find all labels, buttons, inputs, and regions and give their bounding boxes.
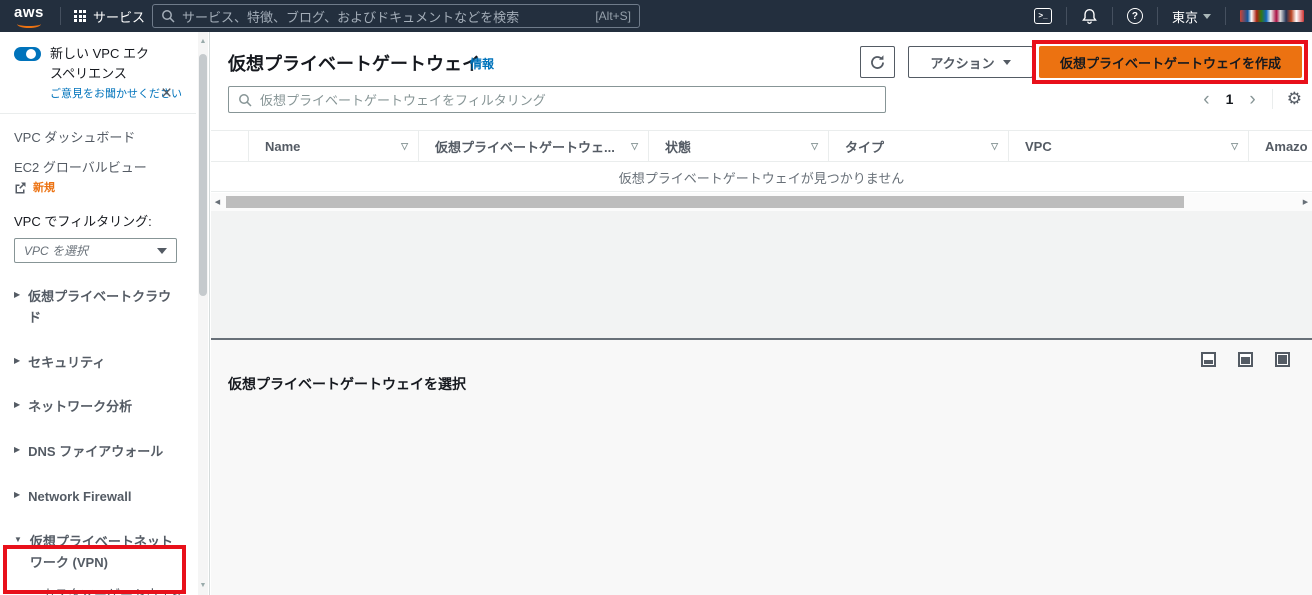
chevron-right-icon: ▶ bbox=[14, 400, 20, 418]
column-header-amazon-asn[interactable]: Amazo bbox=[1248, 131, 1312, 161]
chevron-down-icon bbox=[157, 248, 167, 254]
cloudshell-icon[interactable]: >_ bbox=[1034, 8, 1052, 24]
aws-smile-arc bbox=[17, 20, 41, 28]
current-page-number: 1 bbox=[1226, 91, 1234, 107]
global-search-placeholder: サービス、特徴、ブログ、およびドキュメントなどを検索 bbox=[182, 7, 588, 26]
pagination-divider bbox=[1272, 89, 1273, 109]
detail-panel: 仮想プライベートゲートウェイを選択 bbox=[211, 340, 1312, 595]
services-grid-icon bbox=[74, 10, 86, 22]
table-settings-gear-icon[interactable]: ⚙ bbox=[1287, 89, 1302, 109]
chevron-down-icon bbox=[1003, 60, 1011, 65]
main-content: 仮想プライベートゲートウェイ 情報 アクション 仮想プライベートゲートウェイを作… bbox=[211, 32, 1312, 595]
horizontal-scrollbar-track[interactable] bbox=[224, 196, 1299, 208]
services-label: サービス bbox=[93, 7, 145, 26]
external-link-icon bbox=[14, 181, 27, 194]
sidebar-scrollbar-thumb[interactable] bbox=[199, 54, 207, 296]
aws-logo[interactable]: aws bbox=[14, 4, 48, 28]
sidebar-section-security[interactable]: ▶ セキュリティ bbox=[14, 353, 185, 374]
chevron-down-icon: ▼ bbox=[14, 535, 22, 574]
new-badge: 新規 bbox=[33, 179, 55, 195]
panel-size-large-icon[interactable] bbox=[1275, 352, 1290, 367]
scroll-down-icon[interactable]: ▼ bbox=[198, 582, 208, 589]
search-shortcut-hint: [Alt+S] bbox=[595, 9, 631, 23]
table-empty-message: 仮想プライベートゲートウェイが見つかりません bbox=[211, 163, 1312, 192]
sidebar-item-customer-gateway[interactable]: カスタマーゲートウェイ bbox=[42, 585, 192, 595]
top-navigation-bar: aws サービス サービス、特徴、ブログ、およびドキュメントなどを検索 [Alt… bbox=[0, 0, 1312, 32]
services-menu-button[interactable]: サービス bbox=[74, 0, 145, 32]
refresh-icon bbox=[869, 54, 886, 71]
next-page-icon[interactable]: › bbox=[1247, 90, 1257, 109]
aws-logo-text: aws bbox=[14, 4, 44, 21]
sort-icon: ▽ bbox=[991, 141, 998, 152]
account-menu-redacted[interactable] bbox=[1240, 10, 1304, 22]
scroll-left-icon[interactable]: ◀ bbox=[211, 198, 224, 206]
page-title: 仮想プライベートゲートウェイ bbox=[228, 50, 480, 76]
search-icon bbox=[238, 93, 252, 107]
sidebar-section-dns-firewall[interactable]: ▶ DNS ファイアウォール bbox=[14, 442, 185, 463]
chevron-down-icon bbox=[1203, 14, 1211, 19]
detail-panel-placeholder: 仮想プライベートゲートウェイを選択 bbox=[228, 374, 466, 394]
panel-layout-buttons bbox=[1201, 352, 1290, 367]
region-selector[interactable]: 東京 bbox=[1172, 7, 1211, 26]
column-header-type[interactable]: タイプ▽ bbox=[828, 131, 1008, 161]
sidebar-section-network-firewall[interactable]: ▶ Network Firewall bbox=[14, 487, 185, 508]
global-search-input[interactable]: サービス、特徴、ブログ、およびドキュメントなどを検索 [Alt+S] bbox=[152, 4, 640, 28]
region-label: 東京 bbox=[1172, 7, 1198, 26]
scroll-up-icon[interactable]: ▲ bbox=[198, 38, 208, 45]
vgw-table-header: Name▽ 仮想プライベートゲートウェ...▽ 状態▽ タイプ▽ VPC▽ Am… bbox=[211, 130, 1312, 162]
column-header-state[interactable]: 状態▽ bbox=[648, 131, 828, 161]
topbar-divider bbox=[1157, 7, 1158, 25]
horizontal-scrollbar-thumb[interactable] bbox=[226, 196, 1184, 208]
create-vgw-button[interactable]: 仮想プライベートゲートウェイを作成 bbox=[1039, 46, 1302, 78]
refresh-button[interactable] bbox=[860, 46, 895, 78]
sidebar-divider bbox=[0, 113, 196, 114]
topbar-right-controls: >_ ? 東京 bbox=[1034, 0, 1312, 32]
vpc-select-placeholder: VPC を選択 bbox=[24, 242, 88, 259]
previous-page-icon[interactable]: ‹ bbox=[1201, 90, 1211, 109]
help-icon[interactable]: ? bbox=[1127, 8, 1143, 24]
sort-icon: ▽ bbox=[631, 141, 638, 152]
sidebar-section-vpn[interactable]: ▼ 仮想プライベートネットワーク (VPN) bbox=[14, 532, 185, 574]
topbar-divider bbox=[1225, 7, 1226, 25]
vgw-filter-placeholder: 仮想プライベートゲートウェイをフィルタリング bbox=[260, 90, 546, 109]
topbar-divider bbox=[60, 7, 61, 25]
topbar-divider bbox=[1112, 7, 1113, 25]
new-experience-label[interactable]: 新しい VPC エクスペリエンス bbox=[50, 44, 158, 83]
vpc-sidebar: 新しい VPC エクスペリエンス × ご意見をお聞かせください VPC ダッシュ… bbox=[0, 32, 210, 595]
actions-dropdown-button[interactable]: アクション bbox=[908, 46, 1033, 78]
column-header-vpc[interactable]: VPC▽ bbox=[1008, 131, 1248, 161]
panel-size-small-icon[interactable] bbox=[1201, 352, 1216, 367]
horizontal-scrollbar[interactable]: ◀ ▶ bbox=[211, 193, 1312, 211]
sort-icon: ▽ bbox=[1231, 141, 1238, 152]
vgw-list-card: 仮想プライベートゲートウェイ 情報 アクション 仮想プライベートゲートウェイを作… bbox=[211, 32, 1312, 211]
topbar-divider bbox=[1066, 7, 1067, 25]
column-header-vgw-id[interactable]: 仮想プライベートゲートウェ...▽ bbox=[418, 131, 648, 161]
sort-icon: ▽ bbox=[811, 141, 818, 152]
new-experience-toggle[interactable] bbox=[14, 47, 41, 61]
toggle-knob bbox=[26, 49, 36, 59]
chevron-right-icon: ▶ bbox=[14, 356, 20, 374]
info-link[interactable]: 情報 bbox=[470, 55, 494, 72]
aws-vpc-console: aws サービス サービス、特徴、ブログ、およびドキュメントなどを検索 [Alt… bbox=[0, 0, 1312, 595]
sidebar-section-network-analysis[interactable]: ▶ ネットワーク分析 bbox=[14, 397, 185, 418]
sidebar-item-ec2-global-view[interactable]: EC2 グローバルビュー bbox=[14, 158, 185, 178]
pagination: ‹ 1 › ⚙ bbox=[1201, 85, 1302, 113]
vpc-select-dropdown[interactable]: VPC を選択 bbox=[14, 238, 177, 263]
scroll-right-icon[interactable]: ▶ bbox=[1299, 198, 1312, 206]
sidebar-scrollbar[interactable]: ▲ ▼ bbox=[198, 32, 208, 595]
chevron-right-icon: ▶ bbox=[14, 445, 20, 463]
search-icon bbox=[161, 9, 175, 23]
select-all-column bbox=[211, 131, 248, 161]
sidebar-section-virtual-private-cloud[interactable]: ▶ 仮想プライベートクラウド bbox=[14, 287, 185, 329]
notifications-bell-icon[interactable] bbox=[1081, 8, 1098, 25]
chevron-right-icon: ▶ bbox=[14, 490, 20, 508]
close-icon[interactable]: × bbox=[161, 84, 172, 103]
vgw-filter-input[interactable]: 仮想プライベートゲートウェイをフィルタリング bbox=[228, 86, 886, 113]
chevron-right-icon: ▶ bbox=[14, 290, 20, 329]
sidebar-item-vpc-dashboard[interactable]: VPC ダッシュボード bbox=[14, 128, 185, 148]
sort-icon: ▽ bbox=[401, 141, 408, 152]
panel-size-medium-icon[interactable] bbox=[1238, 352, 1253, 367]
vpc-filter-label: VPC でフィルタリング: bbox=[14, 211, 185, 230]
column-header-name[interactable]: Name▽ bbox=[248, 131, 418, 161]
